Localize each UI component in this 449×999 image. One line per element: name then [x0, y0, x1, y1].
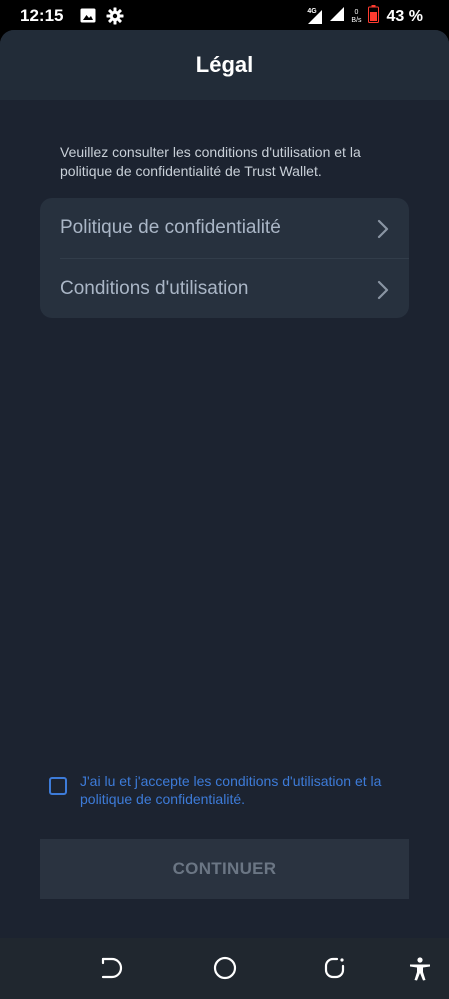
home-icon[interactable]: [212, 956, 238, 985]
agreement-text[interactable]: J'ai lu et j'accepte les conditions d'ut…: [80, 772, 415, 808]
navigation-bar: [0, 938, 449, 999]
intro-text: Veuillez consulter les conditions d'util…: [60, 144, 361, 179]
signal-icon: [329, 6, 345, 27]
status-time: 12:15: [20, 6, 64, 25]
signal-4g-icon: 4G: [305, 8, 323, 25]
agree-checkbox[interactable]: [49, 777, 67, 795]
legal-sheet: Légal Veuillez consulter les conditions …: [0, 30, 449, 938]
chevron-right-icon: [377, 280, 389, 305]
page-title: Légal: [195, 52, 254, 77]
battery-icon: [367, 5, 379, 28]
legal-links-card: Politique de confidentialité Conditions …: [40, 198, 409, 318]
chevron-right-icon: [377, 219, 389, 244]
network-speed: 0 B/s: [351, 8, 362, 24]
agreement-row: J'ai lu et j'accepte les conditions d'ut…: [49, 772, 419, 812]
terms-of-use-link[interactable]: Conditions d'utilisation: [40, 259, 409, 318]
image-notification-icon: [80, 8, 96, 28]
settings-notification-icon: [106, 7, 124, 30]
privacy-policy-label: Politique de confidentialité: [60, 217, 281, 238]
header: Légal: [0, 30, 449, 100]
back-icon[interactable]: [98, 956, 124, 985]
continue-button[interactable]: CONTINUER: [40, 839, 409, 899]
accessibility-icon[interactable]: [407, 956, 433, 987]
status-bar: 12:15 4G 0 B/s 43 %: [0, 0, 449, 30]
terms-of-use-label: Conditions d'utilisation: [60, 278, 249, 299]
privacy-policy-link[interactable]: Politique de confidentialité: [40, 198, 409, 258]
recents-icon[interactable]: [323, 956, 349, 985]
battery-percent: 43 %: [386, 7, 423, 25]
